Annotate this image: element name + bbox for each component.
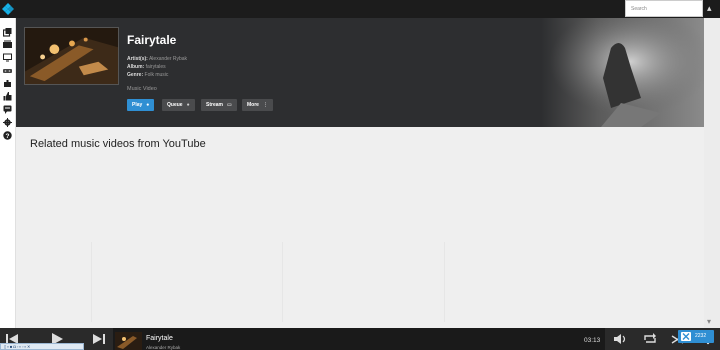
badge-count: 2232 <box>695 333 707 339</box>
artist-value[interactable]: Alexander Rybak <box>149 56 187 62</box>
player-bar: Fairytale Alexander Rybak 03:13 <box>0 328 720 350</box>
next-icon[interactable] <box>92 333 106 345</box>
queue-button[interactable]: Queue ● <box>162 99 195 111</box>
stream-button[interactable]: Stream ▭ <box>201 99 237 111</box>
divider <box>282 242 283 322</box>
page-title: Fairytale <box>127 33 177 47</box>
divider <box>444 242 445 322</box>
now-playing-title[interactable]: Fairytale <box>146 335 173 342</box>
svg-text:?: ? <box>6 133 10 140</box>
more-dots-icon: ⋮ <box>262 102 268 108</box>
related-heading: Related music videos from YouTube <box>30 138 206 150</box>
item-info-panel: Fairytale Artist(s): Alexander Rybak Alb… <box>16 18 704 127</box>
settings-icon[interactable] <box>3 118 12 127</box>
music-icon[interactable] <box>3 66 12 75</box>
queue-button-label: Queue <box>167 102 183 108</box>
repeat-icon[interactable] <box>643 333 657 345</box>
library-icon[interactable] <box>3 28 12 37</box>
help-icon[interactable]: ? <box>3 131 12 140</box>
media-type: Music Video <box>127 86 157 92</box>
notification-badge[interactable]: 2232 <box>678 330 714 343</box>
taskbar-icons: ▯ ▪ ■ ◘ ▫ ▪ ▫ ▪ ✕ <box>4 344 31 349</box>
play-circle-icon: ● <box>146 102 150 108</box>
now-playing-thumbnail[interactable] <box>115 332 142 350</box>
genre-row: Genre: Folk music <box>127 72 168 78</box>
close-box-icon <box>681 332 691 341</box>
movies-icon[interactable] <box>3 40 12 49</box>
tv-icon[interactable] <box>3 53 12 62</box>
thumbnail-image <box>24 27 119 85</box>
playback-time: 03:13 <box>584 337 601 344</box>
volume-icon[interactable] <box>613 333 627 345</box>
artist-label: Artist(s): <box>127 56 148 62</box>
fanart-image <box>541 18 704 127</box>
play-button[interactable]: Play ● <box>127 99 155 111</box>
divider <box>91 242 92 322</box>
genre-value: Folk music <box>144 72 169 78</box>
stream-icon: ▭ <box>226 102 232 108</box>
queue-icon: ● <box>186 102 190 108</box>
chevron-up-icon[interactable]: ▴ <box>707 4 712 13</box>
taskbar-tray: ▯ ▪ ■ ◘ ▫ ▪ ▫ ▪ ✕ <box>0 343 84 350</box>
album-value[interactable]: fairytales <box>146 64 166 70</box>
now-playing-artist[interactable]: Alexander Rybak <box>146 345 180 350</box>
thumbs-up-icon[interactable] <box>3 92 12 101</box>
stream-button-label: Stream <box>206 102 223 108</box>
kodi-logo-icon[interactable] <box>2 3 14 15</box>
more-button-label: More <box>247 102 259 108</box>
more-button[interactable]: More ⋮ <box>242 99 273 111</box>
search-input[interactable]: Search <box>625 0 703 17</box>
addons-icon[interactable] <box>3 79 12 88</box>
chat-icon[interactable] <box>3 105 12 114</box>
main-content: Related music videos from YouTube <box>16 127 704 328</box>
play-button-label: Play <box>132 102 143 108</box>
genre-label: Genre: <box>127 72 144 78</box>
top-bar: Search ▴ <box>0 0 720 18</box>
chevron-down-icon[interactable]: ▾ <box>707 318 711 326</box>
album-label: Album: <box>127 64 145 70</box>
album-row: Album: fairytales <box>127 64 166 70</box>
artist-row: Artist(s): Alexander Rybak <box>127 56 187 62</box>
sidebar: ? <box>0 18 16 328</box>
